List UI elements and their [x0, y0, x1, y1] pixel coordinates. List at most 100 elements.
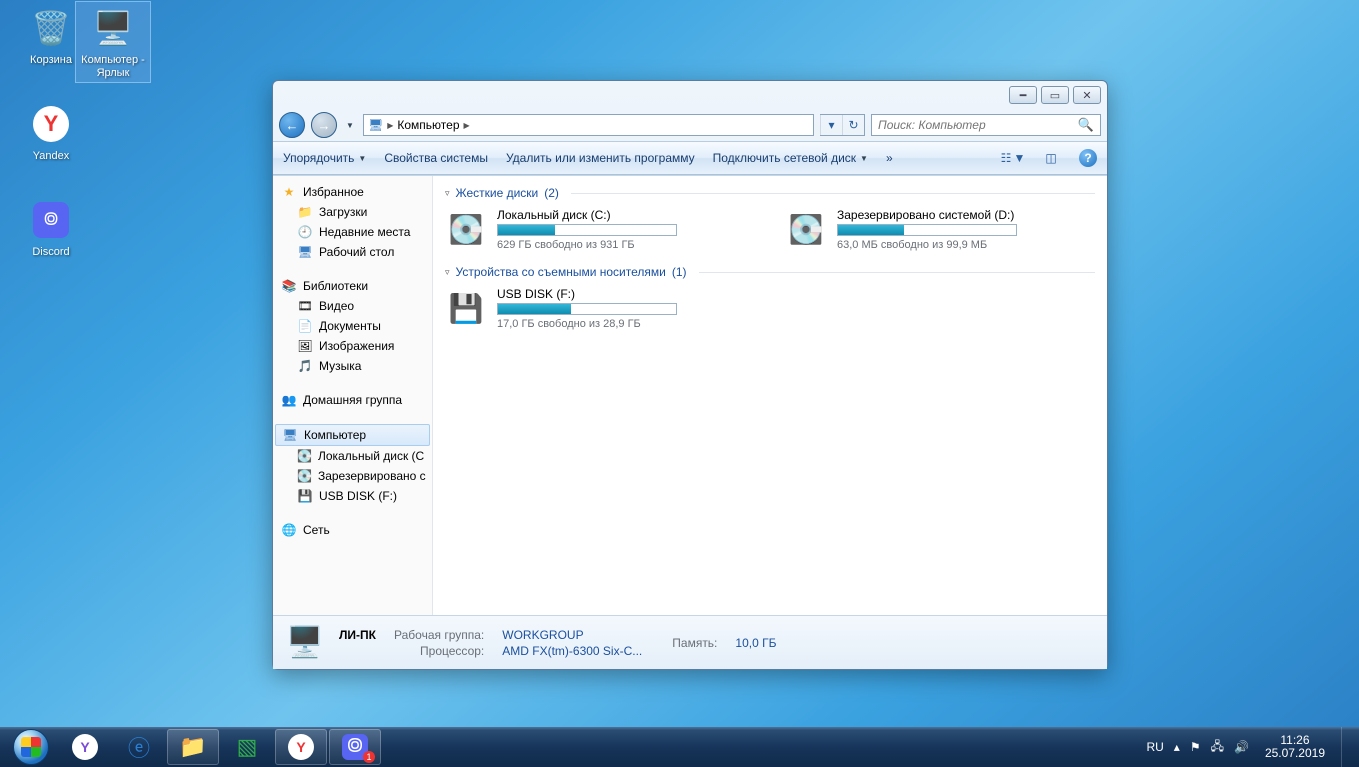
- taskmgr-icon: ▧: [237, 734, 258, 760]
- taskbar-discord[interactable]: ៙1: [329, 729, 381, 765]
- collapse-icon: ▿: [445, 267, 450, 278]
- breadcrumb-computer[interactable]: Компьютер: [397, 118, 459, 132]
- desktop-icon-yandex[interactable]: Y Yandex: [14, 98, 88, 165]
- usb-icon: 💾: [445, 287, 487, 329]
- system-tray: RU ▴ ⚑ 🖧 🔊 11:26 25.07.2019: [1142, 727, 1355, 767]
- desktop-icon-computer[interactable]: 🖥️ Компьютер - Ярлык: [76, 2, 150, 82]
- drive-icon: 💽: [297, 448, 312, 464]
- network-icon: 🌐: [281, 522, 297, 538]
- drive-icon: 💽: [297, 468, 312, 484]
- maximize-button[interactable]: ▭: [1041, 86, 1069, 104]
- nav-video[interactable]: 🎞Видео: [273, 296, 432, 316]
- refresh-button[interactable]: ↻: [842, 115, 864, 135]
- preview-pane-button[interactable]: ◫: [1041, 148, 1061, 168]
- map-drive-button[interactable]: Подключить сетевой диск▼: [713, 151, 868, 165]
- tray-show-hidden-icon[interactable]: ▴: [1174, 740, 1180, 754]
- capacity-bar: [497, 224, 677, 236]
- nav-downloads[interactable]: 📁Загрузки: [273, 202, 432, 222]
- nav-documents[interactable]: 📄Документы: [273, 316, 432, 336]
- nav-drive-d[interactable]: 💽Зарезервировано с: [273, 466, 432, 486]
- taskbar-ie[interactable]: ⓔ: [113, 729, 165, 765]
- nav-pictures[interactable]: 🖼Изображения: [273, 336, 432, 356]
- explorer-window: ━ ▭ ✕ ← → ▼ 🖥 ▶ Компьютер ▶ ▾ ↻ 🔍 Упоряд…: [272, 80, 1108, 670]
- homegroup-icon: 👥: [281, 392, 297, 408]
- nav-music[interactable]: 🎵Музыка: [273, 356, 432, 376]
- breadcrumb-sep-icon: ▶: [387, 121, 393, 130]
- nav-drive-f[interactable]: 💾USB DISK (F:): [273, 486, 432, 506]
- folder-icon: 📁: [297, 204, 313, 220]
- drive-icon: 💽: [445, 208, 487, 250]
- tray-lang[interactable]: RU: [1146, 740, 1163, 754]
- uninstall-button[interactable]: Удалить или изменить программу: [506, 151, 695, 165]
- tray-clock[interactable]: 11:26 25.07.2019: [1259, 734, 1331, 760]
- yandex-icon: Y: [72, 734, 98, 760]
- nav-libraries[interactable]: 📚Библиотеки: [273, 276, 432, 296]
- details-name: ЛИ-ПК: [339, 628, 376, 642]
- folder-icon: 📁: [179, 734, 206, 760]
- yandex-icon: Y: [27, 100, 75, 148]
- drive-f[interactable]: 💾 USB DISK (F:) 17,0 ГБ свободно из 28,9…: [445, 287, 725, 330]
- taskbar-yandex[interactable]: Y: [59, 729, 111, 765]
- drive-c[interactable]: 💽 Локальный диск (C:) 629 ГБ свободно из…: [445, 208, 725, 251]
- breadcrumb-sep-icon: ▶: [464, 121, 470, 130]
- start-button[interactable]: [4, 727, 58, 767]
- details-pane: 🖥️ ЛИ-ПК Рабочая группа: WORKGROUP Проце…: [273, 615, 1107, 669]
- music-icon: 🎵: [297, 358, 313, 374]
- usb-icon: 💾: [297, 488, 313, 504]
- taskbar-explorer[interactable]: 📁: [167, 729, 219, 765]
- capacity-bar: [497, 303, 677, 315]
- nav-computer[interactable]: 🖥Компьютер: [275, 424, 430, 446]
- back-button[interactable]: ←: [279, 112, 305, 138]
- discord-icon: ៙: [27, 196, 75, 244]
- address-bar-row: ← → ▼ 🖥 ▶ Компьютер ▶ ▾ ↻ 🔍: [273, 109, 1107, 141]
- forward-button[interactable]: →: [311, 112, 337, 138]
- computer-icon: 🖥: [282, 427, 298, 443]
- desktop-icon: 🖥: [297, 244, 313, 260]
- taskbar-yandex-browser[interactable]: Y: [275, 729, 327, 765]
- computer-icon: 🖥: [368, 118, 383, 132]
- volume-icon[interactable]: 🔊: [1234, 740, 1249, 754]
- toolbar: Упорядочить▼ Свойства системы Удалить ил…: [273, 141, 1107, 175]
- show-desktop-button[interactable]: [1341, 727, 1351, 767]
- nav-network[interactable]: 🌐Сеть: [273, 520, 432, 540]
- ie-icon: ⓔ: [128, 731, 150, 763]
- close-button[interactable]: ✕: [1073, 86, 1101, 104]
- system-properties-button[interactable]: Свойства системы: [384, 151, 488, 165]
- minimize-button[interactable]: ━: [1009, 86, 1037, 104]
- organize-button[interactable]: Упорядочить▼: [283, 151, 366, 165]
- network-icon[interactable]: 🖧: [1211, 737, 1224, 758]
- titlebar[interactable]: ━ ▭ ✕: [273, 81, 1107, 109]
- toolbar-overflow-button[interactable]: »: [886, 151, 893, 165]
- nav-history-dropdown[interactable]: ▼: [343, 112, 357, 138]
- group-removable[interactable]: ▿ Устройства со съемными носителями (1): [445, 265, 1095, 279]
- nav-desktop[interactable]: 🖥Рабочий стол: [273, 242, 432, 262]
- nav-homegroup[interactable]: 👥Домашняя группа: [273, 390, 432, 410]
- yandex-icon: Y: [288, 734, 314, 760]
- search-box[interactable]: 🔍: [871, 114, 1101, 136]
- search-input[interactable]: [878, 118, 1078, 132]
- group-hard-drives[interactable]: ▿ Жесткие диски (2): [445, 186, 1095, 200]
- desktop-icon-discord[interactable]: ៙ Discord: [14, 194, 88, 261]
- nav-drive-c[interactable]: 💽Локальный диск (C: [273, 446, 432, 466]
- windows-orb-icon: [13, 729, 49, 765]
- picture-icon: 🖼: [297, 338, 313, 354]
- search-icon: 🔍: [1078, 117, 1094, 133]
- document-icon: 📄: [297, 318, 313, 334]
- nav-favorites[interactable]: ★Избранное: [273, 182, 432, 202]
- taskbar-taskmgr[interactable]: ▧: [221, 729, 273, 765]
- address-dropdown-button[interactable]: ▾: [820, 115, 842, 135]
- navigation-pane: ★Избранное 📁Загрузки 🕘Недавние места 🖥Ра…: [273, 176, 433, 615]
- computer-icon: 🖥️: [283, 621, 327, 665]
- recent-icon: 🕘: [297, 224, 313, 240]
- flag-icon[interactable]: ⚑: [1190, 740, 1201, 754]
- computer-icon: 🖥️: [89, 4, 137, 52]
- drive-d[interactable]: 💽 Зарезервировано системой (D:) 63,0 МБ …: [785, 208, 1065, 251]
- address-bar[interactable]: 🖥 ▶ Компьютер ▶: [363, 114, 814, 136]
- nav-recent[interactable]: 🕘Недавние места: [273, 222, 432, 242]
- content-pane: ▿ Жесткие диски (2) 💽 Локальный диск (C:…: [433, 176, 1107, 615]
- video-icon: 🎞: [297, 298, 313, 314]
- drive-icon: 💽: [785, 208, 827, 250]
- help-button[interactable]: ?: [1079, 149, 1097, 167]
- star-icon: ★: [281, 184, 297, 200]
- view-mode-button[interactable]: ☷▼: [1003, 148, 1023, 168]
